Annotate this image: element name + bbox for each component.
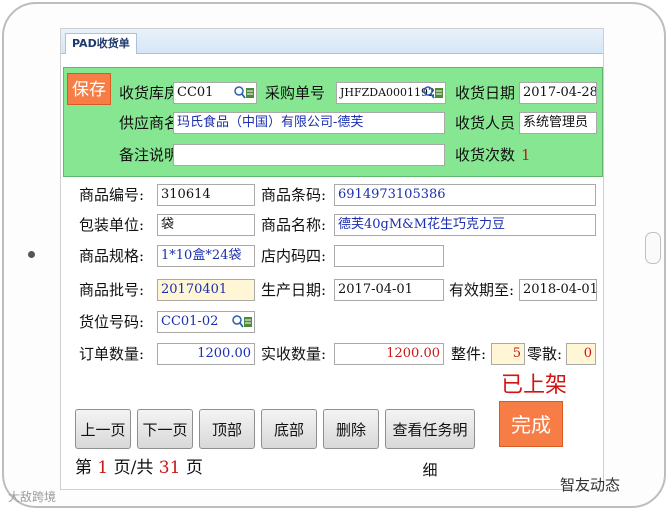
loose-field[interactable]: 0 <box>566 343 596 365</box>
recv-qty-field[interactable]: 1200.00 <box>334 343 444 365</box>
unit-label: 包装单位: <box>79 216 145 234</box>
po-lookup-icon[interactable] <box>422 85 444 100</box>
count-value: 1 <box>521 146 531 164</box>
storecode-field[interactable] <box>334 245 444 267</box>
expiry-field[interactable]: 2018-04-01 <box>519 279 597 301</box>
count-label: 收货次数 <box>455 146 516 164</box>
barcode-label: 商品条码: <box>261 186 327 204</box>
spec-field[interactable]: 1*10盒*24袋 <box>157 245 255 267</box>
prod-date-label: 生产日期: <box>261 281 327 299</box>
watermark-right: 智友动态 <box>560 476 621 494</box>
receiver-field[interactable]: 系统管理员 <box>519 112 597 134</box>
recv-qty-label: 实收数量: <box>261 345 327 363</box>
prod-date-field[interactable]: 2017-04-01 <box>334 279 444 301</box>
date-field[interactable]: 2017-04-28 <box>519 82 597 104</box>
receiver-label: 收货人员 <box>455 114 516 132</box>
home-button[interactable] <box>645 232 661 264</box>
save-button[interactable]: 保存 <box>67 73 111 105</box>
pager-middle: 页/共 <box>113 458 154 478</box>
top-button[interactable]: 顶部 <box>199 409 255 449</box>
warehouse-lookup-icon[interactable] <box>233 85 255 100</box>
warehouse-label: 收货库房 <box>119 84 180 102</box>
delete-button[interactable]: 删除 <box>323 409 379 449</box>
remark-field[interactable] <box>173 144 445 166</box>
name-label: 商品名称: <box>261 216 327 234</box>
order-qty-label: 订单数量: <box>79 345 145 363</box>
storecode-label: 店内码四: <box>261 247 327 265</box>
barcode-field[interactable]: 6914973105386 <box>334 184 596 206</box>
spec-label: 商品规格: <box>79 247 145 265</box>
unit-field[interactable]: 袋 <box>157 214 255 236</box>
bottom-button[interactable]: 底部 <box>261 409 317 449</box>
batch-label: 商品批号: <box>79 281 145 299</box>
expiry-label: 有效期至: <box>449 281 515 299</box>
location-label: 货位号码: <box>79 313 145 331</box>
code-label: 商品编号: <box>79 186 145 204</box>
supplier-label: 供应商名 <box>119 114 180 132</box>
view-task-detail-button[interactable]: 查看任务明细 <box>385 409 475 479</box>
po-label: 采购单号 <box>265 84 326 102</box>
watermark-left: 大敌跨境 <box>8 490 57 504</box>
tab-pad-receipt[interactable]: PAD收货单 <box>65 33 137 54</box>
done-button[interactable]: 完成 <box>499 401 563 447</box>
pager-suffix: 页 <box>185 458 203 478</box>
pager-total: 31 <box>158 458 181 478</box>
remark-label: 备注说明 <box>119 146 180 164</box>
prev-page-button[interactable]: 上一页 <box>75 409 131 449</box>
name-field[interactable]: 德芙40gM&M花生巧克力豆 <box>334 214 596 236</box>
loose-label: 零散: <box>527 345 563 363</box>
app-screen: PAD收货单 保存 收货库房 CC01 采购单号 JHFZDA00011923 … <box>60 28 604 490</box>
pager: 第 1 页/共 31 页 <box>75 457 203 479</box>
tab-bar: PAD收货单 <box>61 29 603 54</box>
whole-field[interactable]: 5 <box>491 343 525 365</box>
camera-dot <box>28 251 35 258</box>
status-text: 已上架 <box>501 373 568 398</box>
supplier-field[interactable]: 玛氏食品（中国）有限公司-德芙 <box>173 112 445 134</box>
next-page-button[interactable]: 下一页 <box>137 409 193 449</box>
batch-field[interactable]: 20170401 <box>157 279 255 301</box>
pager-current: 1 <box>97 458 109 478</box>
location-lookup-icon[interactable] <box>231 314 253 329</box>
pager-prefix: 第 <box>75 458 92 478</box>
order-qty-field[interactable]: 1200.00 <box>157 343 255 365</box>
whole-label: 整件: <box>451 345 487 363</box>
code-field[interactable]: 310614 <box>157 184 255 206</box>
date-label: 收货日期 <box>455 84 516 102</box>
